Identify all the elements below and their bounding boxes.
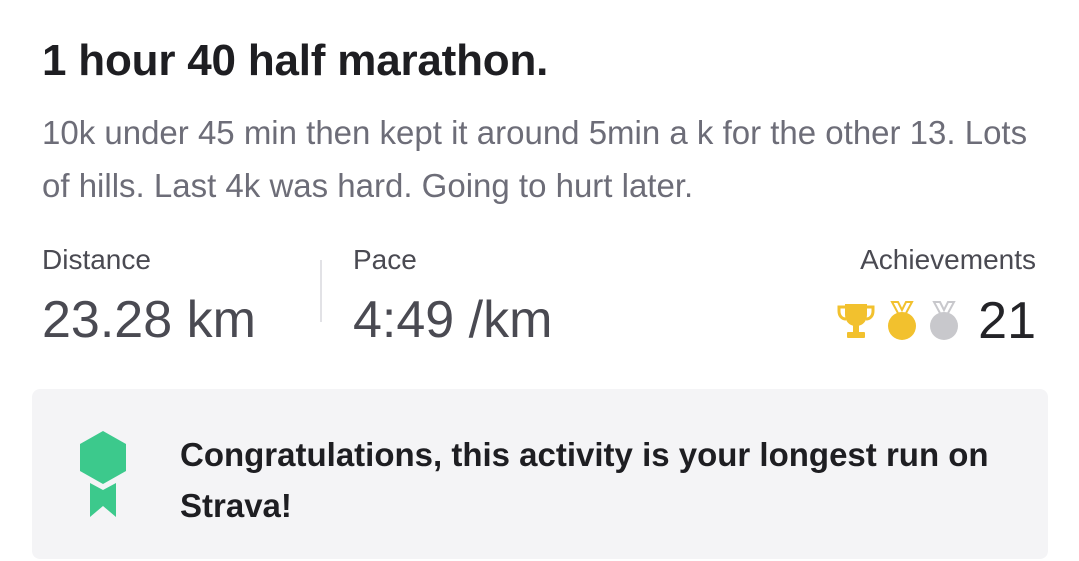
distance-value: 23.28 km	[42, 291, 256, 349]
silver-medal-icon	[930, 301, 959, 340]
activity-title: 1 hour 40 half marathon.	[42, 36, 549, 85]
achievements-summary[interactable]: 21	[836, 290, 1036, 352]
gold-medal-icon	[888, 301, 917, 340]
activity-description: 10k under 45 min then kept it around 5mi…	[42, 114, 1028, 204]
banner-message: Congratulations, this activity is your l…	[180, 436, 989, 524]
trophy-icon	[837, 304, 875, 338]
stats-divider	[320, 260, 322, 322]
achievement-banner[interactable]: Congratulations, this activity is your l…	[32, 389, 1048, 559]
achievements-count: 21	[978, 292, 1036, 350]
award-ribbon-icon	[80, 431, 126, 517]
pace-label: Pace	[353, 244, 417, 275]
activity-card[interactable]: 1 hour 40 half marathon. 10k under 45 mi…	[0, 0, 1079, 561]
achievements-label: Achievements	[860, 244, 1036, 275]
distance-label: Distance	[42, 244, 151, 275]
pace-value: 4:49 /km	[353, 291, 553, 349]
